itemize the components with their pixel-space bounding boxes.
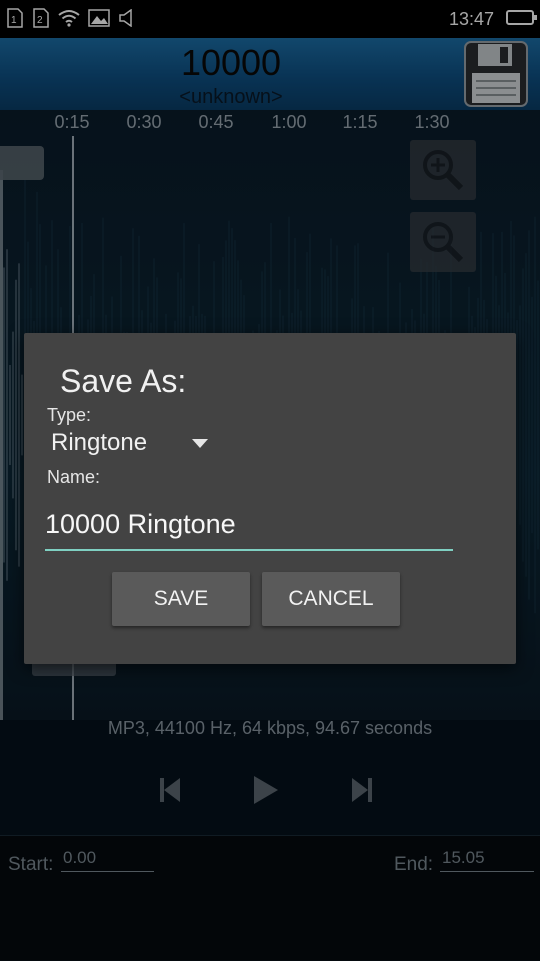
- dialog-title: Save As:: [60, 363, 187, 399]
- type-value: Ringtone: [51, 429, 148, 456]
- save-as-dialog: Save As: Type: Ringtone Name: SAVE CANCE…: [24, 333, 516, 664]
- save-button[interactable]: SAVE: [112, 572, 250, 626]
- type-label: Type:: [47, 405, 92, 425]
- name-input[interactable]: [45, 503, 453, 551]
- name-label: Name:: [47, 467, 101, 487]
- type-dropdown[interactable]: Ringtone: [51, 429, 221, 463]
- dropdown-caret-icon: [192, 439, 208, 448]
- cancel-button[interactable]: CANCEL: [262, 572, 400, 626]
